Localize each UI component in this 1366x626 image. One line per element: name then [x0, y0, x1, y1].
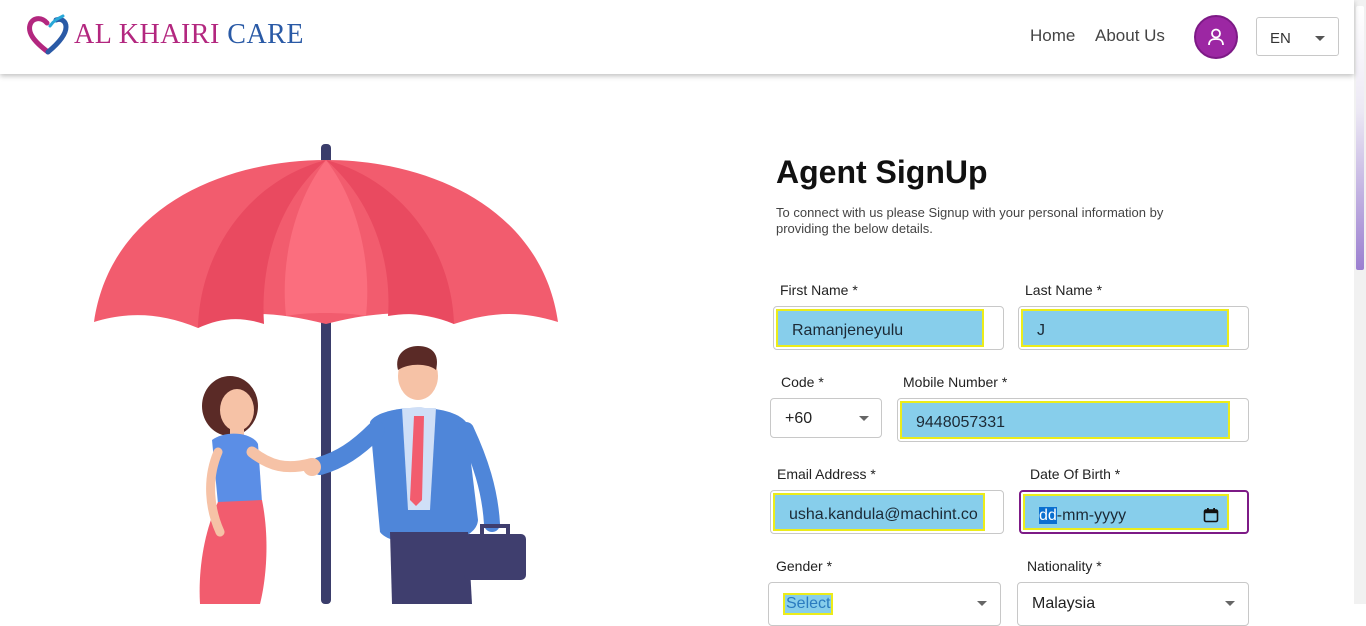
last-name-value: J	[1021, 309, 1229, 347]
user-icon	[1208, 28, 1224, 46]
page-subtitle: To connect with us please Signup with yo…	[776, 205, 1164, 236]
date-rest-segment: -mm-yyyy	[1056, 507, 1127, 524]
nationality-select[interactable]: Malaysia	[1017, 582, 1249, 626]
first-name-input[interactable]: Ramanjeneyulu	[773, 306, 1004, 350]
nav-home-link[interactable]: Home	[1030, 26, 1075, 46]
heart-hands-logo-icon	[27, 14, 69, 55]
nationality-label: Nationality *	[1027, 558, 1102, 574]
country-code-value: +60	[785, 410, 813, 427]
email-label: Email Address *	[777, 466, 876, 482]
email-input[interactable]: usha.kandula@machint.co	[770, 490, 1004, 534]
logo-text: AL KHAIRI CARE	[74, 19, 304, 51]
last-name-input[interactable]: J	[1018, 306, 1249, 350]
chevron-down-icon	[859, 416, 869, 421]
first-name-value: Ramanjeneyulu	[776, 309, 984, 347]
umbrella-handshake-illustration	[94, 144, 558, 604]
date-of-birth-input[interactable]: dd-mm-yyyy	[1019, 490, 1249, 534]
page-title: Agent SignUp	[776, 154, 988, 190]
mobile-number-value: 9448057331	[900, 401, 1230, 439]
mobile-number-label: Mobile Number *	[903, 374, 1008, 390]
language-select[interactable]: EN	[1256, 17, 1339, 56]
chevron-down-icon	[1315, 36, 1325, 41]
logo-text-part2: CARE	[227, 19, 304, 50]
last-name-label: Last Name *	[1025, 282, 1103, 298]
country-code-select[interactable]: +60	[770, 398, 882, 438]
gender-value: Select	[783, 593, 834, 615]
date-of-birth-value: dd-mm-yyyy	[1023, 494, 1229, 530]
nav-about-link[interactable]: About Us	[1095, 26, 1165, 46]
top-header: AL KHAIRI CARE Home About Us EN	[0, 0, 1354, 74]
logo[interactable]: AL KHAIRI CARE	[26, 14, 304, 56]
nationality-value: Malaysia	[1032, 595, 1096, 612]
language-value: EN	[1270, 30, 1291, 47]
email-value: usha.kandula@machint.co	[773, 493, 985, 531]
logo-text-part1: AL KHAIRI	[74, 19, 228, 50]
date-of-birth-label: Date Of Birth *	[1030, 466, 1121, 482]
calendar-icon[interactable]	[1203, 507, 1219, 523]
first-name-label: First Name *	[780, 282, 858, 298]
user-profile-button[interactable]	[1194, 15, 1238, 59]
gender-select[interactable]: Select	[768, 582, 1001, 626]
mobile-number-input[interactable]: 9448057331	[897, 398, 1249, 442]
date-day-segment: dd	[1039, 507, 1057, 524]
gender-label: Gender *	[776, 558, 833, 574]
scrollbar-thumb[interactable]	[1356, 6, 1364, 270]
code-label: Code *	[781, 374, 824, 390]
